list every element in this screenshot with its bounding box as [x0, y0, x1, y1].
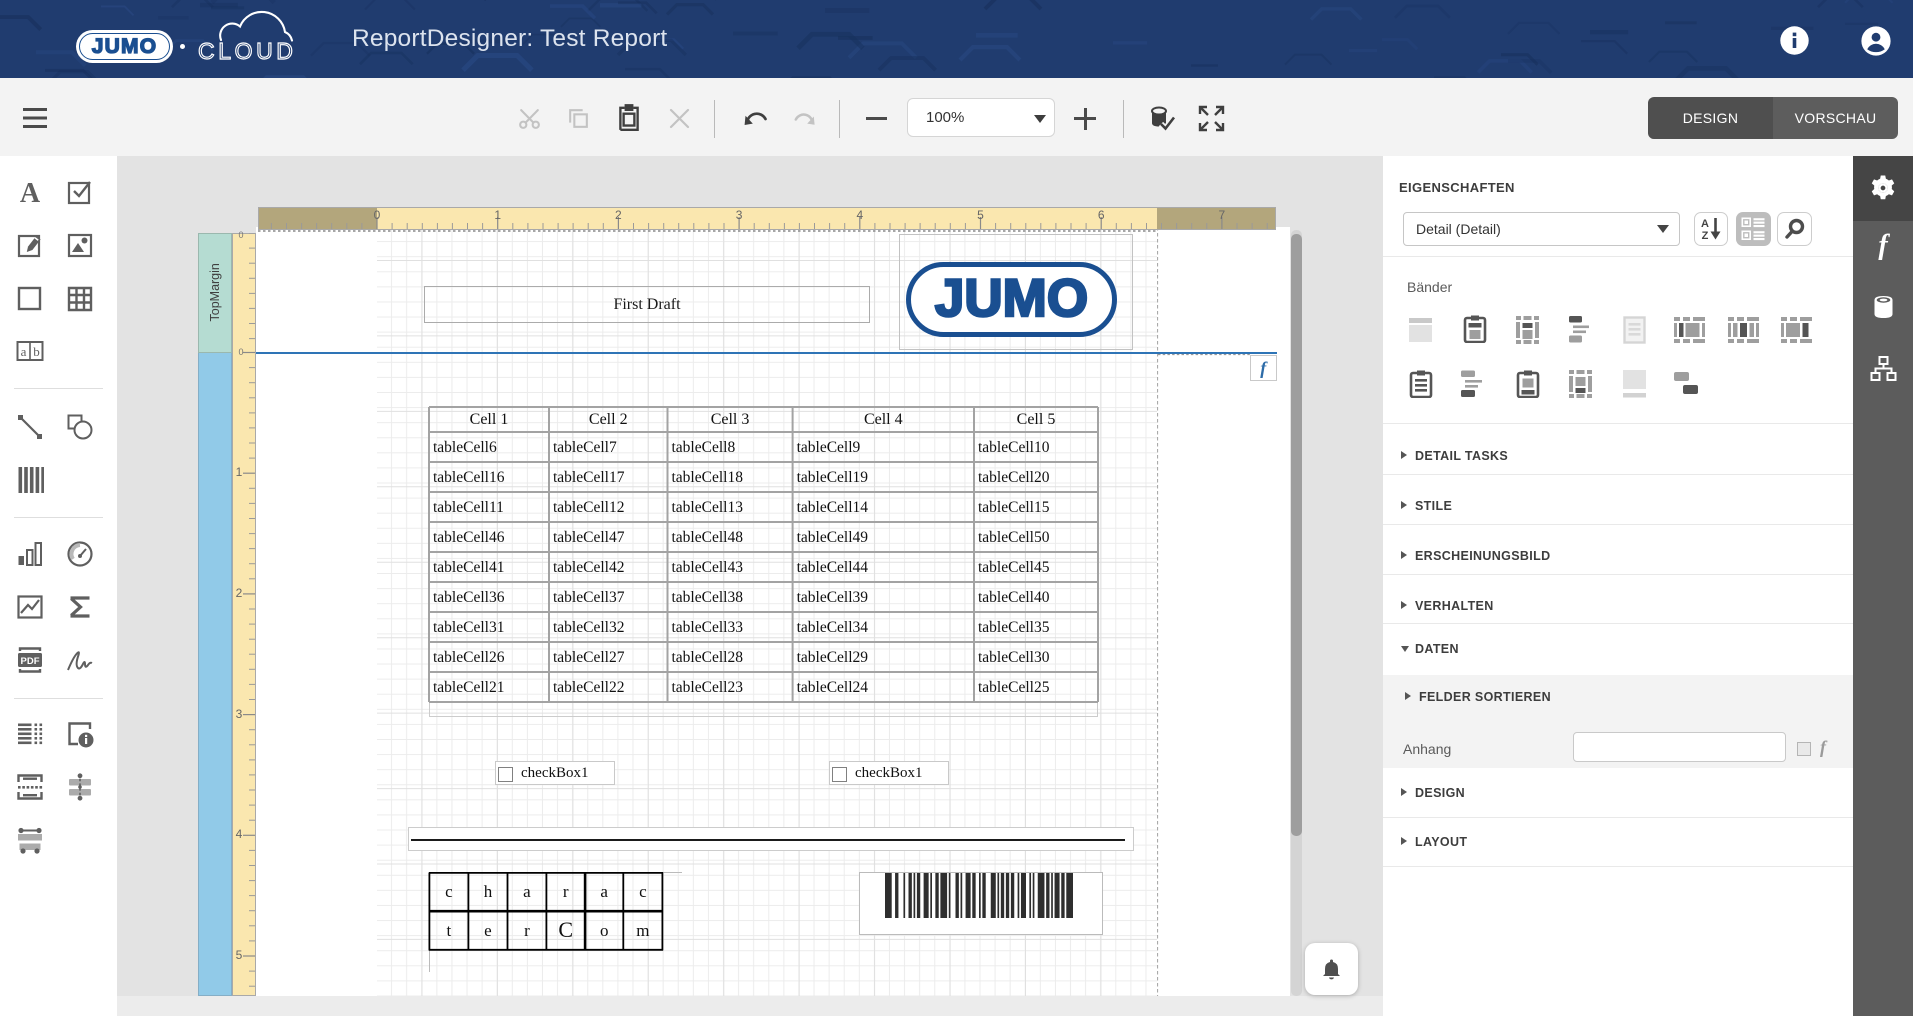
svg-text:A: A: [1701, 218, 1709, 230]
svg-text:b: b: [33, 344, 40, 359]
svg-text:Z: Z: [1702, 230, 1709, 242]
svg-text:PDF: PDF: [21, 656, 40, 667]
svg-text:a: a: [21, 344, 27, 359]
